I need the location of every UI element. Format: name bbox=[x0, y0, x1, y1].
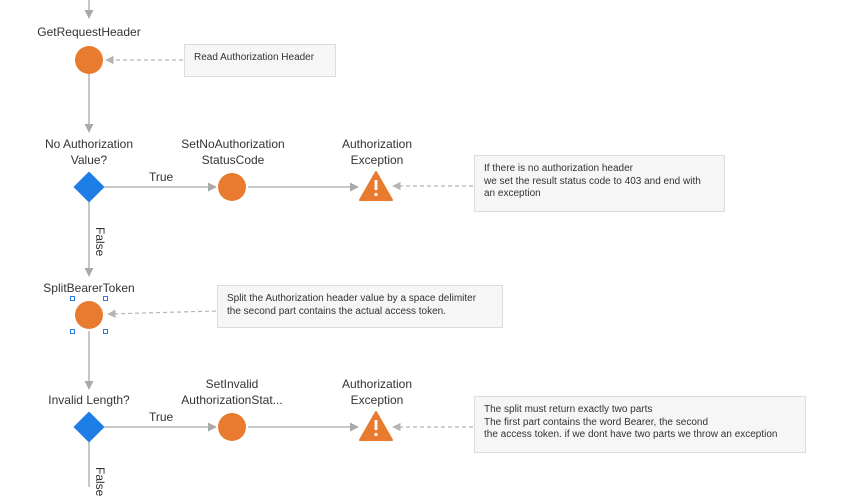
edge-label-false-1: False bbox=[93, 227, 107, 257]
authorization-exception-node-2[interactable] bbox=[359, 411, 393, 441]
comment-line: the second part contains the actual acce… bbox=[227, 305, 447, 317]
comment-line: Split the Authorization header value by … bbox=[227, 293, 477, 304]
selection-handle-top-right[interactable] bbox=[103, 296, 108, 301]
comment-line: the access token. if we dont have two pa… bbox=[484, 429, 778, 440]
comment-line: Read Authorization Header bbox=[194, 52, 315, 63]
selection-handle-top-left[interactable] bbox=[70, 296, 75, 301]
get-request-header-label: GetRequestHeader bbox=[37, 25, 141, 39]
no-authorization-value-label: No Authorization Value? bbox=[44, 137, 134, 167]
comment-line: The split must return exactly two parts bbox=[484, 404, 653, 415]
set-no-authorization-node[interactable] bbox=[218, 173, 246, 201]
edge-label-true-2: True bbox=[149, 410, 174, 424]
comment-read-header[interactable]: Read Authorization Header bbox=[184, 44, 336, 77]
comment-line: If there is no authorization header bbox=[484, 163, 633, 174]
no-authorization-decision-node[interactable] bbox=[73, 171, 105, 203]
authorization-exception-node-1[interactable] bbox=[359, 171, 393, 201]
invalid-length-decision-node[interactable] bbox=[73, 411, 105, 443]
invalid-length-label: Invalid Length? bbox=[48, 393, 130, 407]
comment-line: The first part contains the word Bearer,… bbox=[484, 416, 709, 428]
selection-handle-bottom-right[interactable] bbox=[103, 329, 108, 334]
comment-line: an exception bbox=[484, 188, 541, 199]
comment-no-header[interactable]: If there is no authorization header we s… bbox=[474, 155, 725, 212]
set-invalid-authorization-status-label: SetInvalid AuthorizationStat... bbox=[181, 377, 283, 407]
get-request-header-node[interactable] bbox=[75, 46, 103, 74]
set-no-authorization-statuscode-label: SetNoAuthorization StatusCode bbox=[181, 137, 285, 167]
set-invalid-authorization-node[interactable] bbox=[218, 413, 246, 441]
comment-line: we set the result status code to 403 and… bbox=[484, 175, 701, 187]
selection-handle-bottom-left[interactable] bbox=[70, 329, 75, 334]
edge-label-true-1: True bbox=[149, 170, 174, 184]
comment-split-length[interactable]: The split must return exactly two parts … bbox=[474, 396, 806, 453]
comment-link-split-token bbox=[107, 309, 217, 318]
split-bearer-token-label: SplitBearerToken bbox=[43, 281, 135, 295]
split-bearer-token-node[interactable] bbox=[75, 301, 103, 329]
edge-label-false-2: False bbox=[93, 467, 107, 496]
comment-split-token[interactable]: Split the Authorization header value by … bbox=[217, 285, 503, 328]
authorization-exception-label-1: Authorization Exception bbox=[341, 137, 413, 167]
authorization-exception-label-2: Authorization Exception bbox=[341, 377, 413, 407]
